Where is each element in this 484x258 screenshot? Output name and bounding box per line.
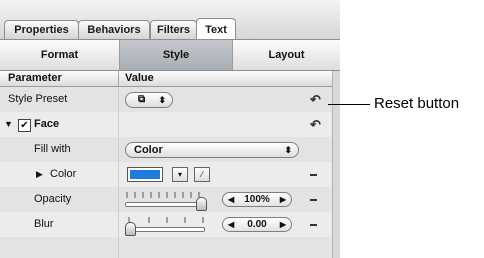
row-divider [118,137,119,162]
row-blur: Blur ◀ 0.00 ▶ [0,212,332,237]
blur-value: 0.00 [247,219,267,230]
row-divider [118,162,119,187]
row-label: Opacity [34,193,72,205]
segment-style[interactable]: Style [120,40,233,71]
segment-format[interactable]: Format [0,40,120,71]
disclosure-open-icon[interactable]: ▼ [4,112,13,137]
callout-label: Reset button [374,95,460,112]
row-label: Color [50,168,77,180]
row-label: Blur [34,218,54,230]
row-divider [118,187,119,212]
slider-ticks [126,192,200,198]
row-divider [118,112,119,137]
row-fill-with: Fill with Color ⬍ [0,137,332,162]
tab-filters[interactable]: Filters [150,20,197,40]
callout-line [328,104,370,105]
face-checkbox[interactable]: ✔ [18,119,31,132]
inspector-panel: Properties Behaviors Filters Text Format… [0,0,340,258]
slider-track [125,227,205,232]
minus-icon[interactable] [310,224,317,226]
row-label: Style Preset [8,93,68,105]
row-opacity: Opacity ◀ 100% ▶ [0,187,332,212]
column-parameter[interactable]: Parameter [8,71,62,86]
tab-text[interactable]: Text [196,18,236,41]
increment-arrow-icon[interactable]: ▶ [280,218,286,231]
scrollbar[interactable] [332,71,340,258]
tab-properties[interactable]: Properties [4,20,79,40]
row-divider [118,212,119,237]
fill-with-value: Color [134,144,163,156]
opacity-stepper[interactable]: ◀ 100% ▶ [222,192,292,207]
opacity-value: 100% [244,194,270,205]
slider-track [125,202,205,207]
row-divider [118,87,119,112]
color-swatch[interactable] [127,167,163,182]
row-label: Fill with [34,143,71,155]
color-menu-button[interactable]: ▾ [172,167,188,182]
blur-slider[interactable] [125,214,205,236]
blur-stepper[interactable]: ◀ 0.00 ▶ [222,217,292,232]
preset-icon: ⧉ [138,94,146,105]
style-preset-popup[interactable]: ⧉ ⬍ [125,92,173,108]
slider-knob[interactable] [125,222,136,236]
minus-icon[interactable] [310,199,317,201]
fill-with-popup[interactable]: Color ⬍ [125,142,299,158]
segment-layout[interactable]: Layout [233,40,340,71]
decrement-arrow-icon[interactable]: ◀ [228,193,234,206]
increment-arrow-icon[interactable]: ▶ [280,193,286,206]
opacity-slider[interactable] [125,189,207,211]
disclosure-closed-icon[interactable]: ▶ [36,162,43,187]
tab-behaviors[interactable]: Behaviors [78,20,150,40]
column-value[interactable]: Value [125,71,154,86]
updown-arrows-icon: ⬍ [158,95,166,105]
decrement-arrow-icon[interactable]: ◀ [228,218,234,231]
row-face: ▼ ✔ Face ↶ [0,112,332,137]
row-label: Face [34,118,60,130]
eyedropper-icon[interactable]: ⁄ [194,167,210,182]
swatch-fill [130,170,160,179]
slider-knob[interactable] [196,197,207,211]
updown-arrows-icon: ⬍ [284,145,292,155]
slider-ticks [128,217,204,223]
reset-button[interactable]: ↶ [310,118,321,132]
row-empty [0,237,332,258]
row-divider [118,237,119,258]
minus-icon[interactable] [310,174,317,176]
row-style-preset: Style Preset ⧉ ⬍ ↶ [0,87,332,112]
tab-bar: Properties Behaviors Filters Text [0,0,340,41]
row-color: ▶ Color ▾ ⁄ [0,162,332,187]
reset-button[interactable]: ↶ [310,93,321,107]
column-header: Parameter Value [0,71,332,87]
column-divider [118,71,119,86]
